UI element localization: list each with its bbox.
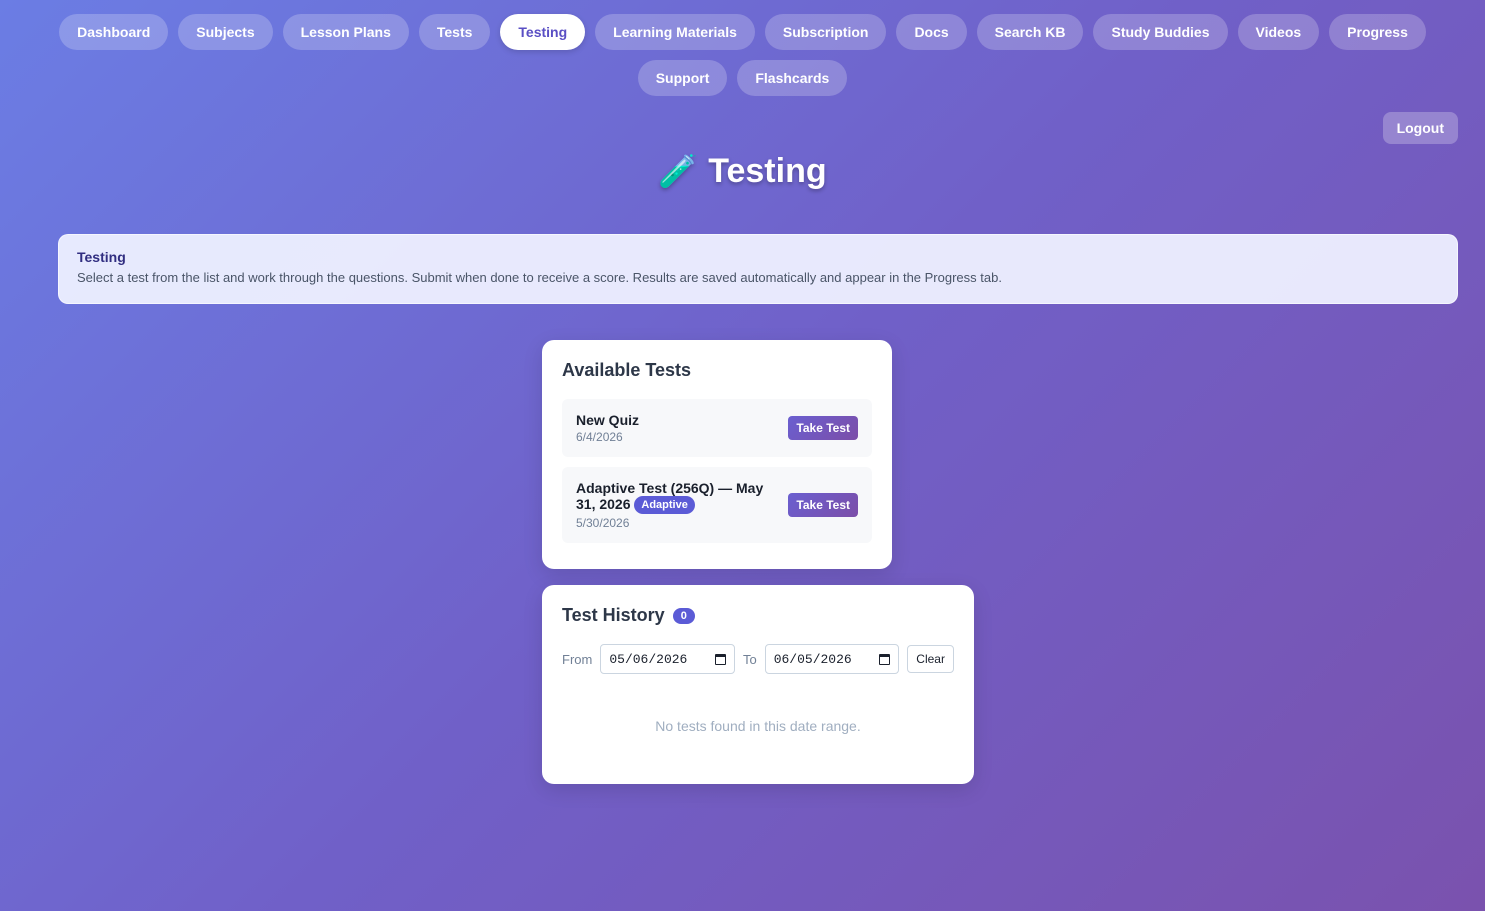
- test-name: Adaptive Test (256Q) — May 31, 2026 Adap…: [576, 480, 776, 515]
- take-test-button[interactable]: Take Test: [788, 416, 858, 440]
- top-nav: Dashboard Subjects Lesson Plans Tests Te…: [0, 14, 1485, 96]
- test-info: New Quiz 6/4/2026: [576, 412, 639, 444]
- available-tests-card: Available Tests New Quiz 6/4/2026 Take T…: [542, 340, 892, 569]
- clear-button[interactable]: Clear: [907, 645, 954, 673]
- nav-subjects[interactable]: Subjects: [178, 14, 273, 50]
- nav-dashboard[interactable]: Dashboard: [59, 14, 169, 50]
- nav-learning-materials[interactable]: Learning Materials: [595, 14, 755, 50]
- nav-lesson-plans[interactable]: Lesson Plans: [282, 14, 409, 50]
- test-date: 6/4/2026: [576, 430, 623, 444]
- nav-study-buddies[interactable]: Study Buddies: [1093, 14, 1228, 50]
- info-banner: Testing Select a test from the list and …: [58, 234, 1458, 304]
- nav-videos[interactable]: Videos: [1237, 14, 1320, 50]
- test-tube-icon: 🧪: [658, 153, 699, 189]
- nav-flashcards[interactable]: Flashcards: [737, 60, 848, 96]
- nav-testing[interactable]: Testing: [500, 14, 586, 50]
- to-date-input[interactable]: 06/05/2026: [764, 644, 900, 674]
- test-date: 5/30/2026: [576, 516, 630, 531]
- test-item: New Quiz 6/4/2026 Take Test: [562, 399, 872, 457]
- adaptive-badge: Adaptive: [634, 496, 695, 515]
- available-tests-title: Available Tests: [562, 360, 692, 380]
- history-count-badge: 0: [672, 608, 695, 625]
- info-title: Testing: [77, 249, 126, 265]
- from-label: From: [562, 651, 593, 667]
- to-label: To: [742, 651, 757, 667]
- nav-tests[interactable]: Tests: [418, 14, 491, 50]
- page-title: 🧪 Testing: [0, 152, 1485, 191]
- from-date-value: 05/06/2026: [609, 651, 688, 667]
- logout-button[interactable]: Logout: [1382, 112, 1458, 144]
- calendar-icon[interactable]: [879, 653, 891, 665]
- info-text: Select a test from the list and work thr…: [77, 270, 1002, 285]
- nav-progress[interactable]: Progress: [1329, 14, 1426, 50]
- page-title-text: Testing: [708, 152, 827, 190]
- test-history-title-text: Test History: [562, 605, 665, 625]
- from-date-input[interactable]: 05/06/2026: [600, 644, 735, 674]
- empty-state-text: No tests found in this date range.: [655, 718, 861, 734]
- test-item: Adaptive Test (256Q) — May 31, 2026 Adap…: [562, 467, 872, 543]
- to-date-value: 06/05/2026: [773, 651, 852, 667]
- nav-search-kb[interactable]: Search KB: [976, 14, 1084, 50]
- calendar-icon[interactable]: [714, 653, 726, 665]
- take-test-button[interactable]: Take Test: [788, 493, 858, 517]
- test-name: New Quiz: [576, 412, 640, 428]
- nav-docs[interactable]: Docs: [896, 14, 967, 50]
- date-filter: From 05/06/2026 To 06/05/2026 Clear: [562, 644, 954, 674]
- test-history-title: Test History 0: [562, 605, 954, 626]
- nav-subscription[interactable]: Subscription: [764, 14, 887, 50]
- test-history-card: Test History 0 From 05/06/2026 To 06/05/2…: [542, 585, 974, 784]
- nav-support[interactable]: Support: [637, 60, 728, 96]
- test-info: Adaptive Test (256Q) — May 31, 2026 Adap…: [576, 480, 776, 530]
